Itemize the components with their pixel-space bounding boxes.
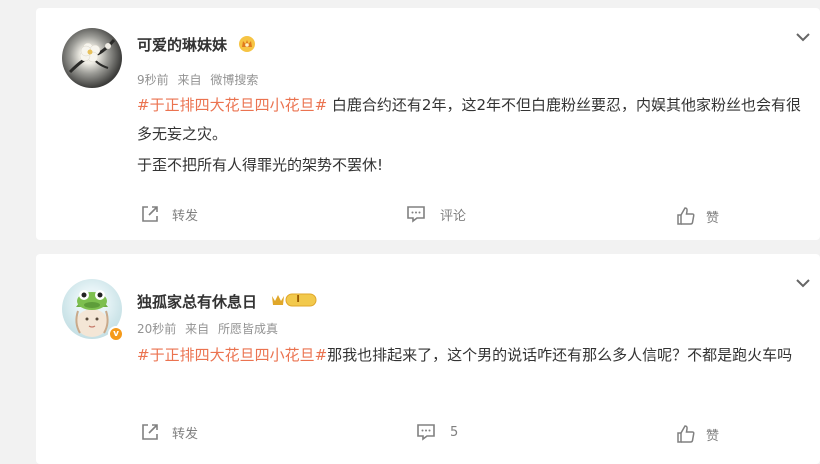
author-name-text[interactable]: 可爱的琳妹妹 (137, 36, 227, 54)
post-meta: 9秒前 来自 微博搜索 (137, 71, 263, 88)
thumbs-up-icon (677, 207, 695, 225)
repost-label: 转发 (172, 208, 199, 224)
like-button[interactable]: 赞 (676, 204, 719, 228)
level-badge-text: I (296, 293, 300, 305)
repost-icon (142, 206, 158, 222)
repost-button[interactable]: 转发 (140, 202, 198, 226)
post-card: 可爱的琳妹妹 9秒前 来自 微博搜索 #于正排四大花旦四小花旦# 白鹿合约还有2… (36, 8, 820, 240)
source-prefix: 来自 (177, 73, 202, 87)
comment-button[interactable]: 5 (416, 420, 458, 444)
post-actions: 转发 评论 赞 (36, 202, 820, 226)
level-badge-icon: I (270, 293, 326, 307)
post-text: #于正排四大花旦四小花旦#那我也排起来了，这个男的说话咋还有那么多人信呢？不都是… (137, 341, 813, 370)
source-prefix: 来自 (185, 322, 210, 336)
post-card: v 独孤家总有休息日 I 20秒前 来自 所愿皆成真 #于正排四大花旦四小花旦#… (36, 254, 820, 464)
crown-badge-icon (238, 35, 256, 57)
post-time[interactable]: 20秒前 (137, 322, 176, 336)
verified-badge-icon: v (108, 326, 124, 342)
post-text: #于正排四大花旦四小花旦# 白鹿合约还有2年，这2年不但白鹿粉丝要忍，内娱其他家… (137, 91, 813, 180)
chevron-down-icon[interactable] (794, 28, 812, 46)
like-button[interactable]: 赞 (676, 422, 719, 446)
topic-link[interactable]: #于正排四大花旦四小花旦# (137, 96, 327, 114)
thumbs-up-icon (677, 425, 695, 443)
comment-button[interactable]: 评论 (406, 202, 466, 226)
comment-count: 5 (450, 424, 459, 440)
user-avatar[interactable] (62, 28, 122, 88)
author-name[interactable]: 可爱的琳妹妹 (137, 34, 256, 57)
post-text-line1: 那我也排起来了，这个男的说话咋还有那么多人信呢？不都是跑火车吗 (327, 346, 793, 364)
chevron-down-icon[interactable] (794, 274, 812, 292)
comment-icon (417, 424, 435, 441)
repost-icon (142, 424, 158, 440)
comment-label: 评论 (440, 208, 467, 224)
repost-label: 转发 (172, 426, 199, 442)
post-meta: 20秒前 来自 所愿皆成真 (137, 320, 283, 337)
post-time[interactable]: 9秒前 (137, 73, 169, 87)
post-source: 所愿皆成真 (217, 322, 278, 336)
topic-link[interactable]: #于正排四大花旦四小花旦# (137, 346, 327, 364)
post-source: 微博搜索 (210, 73, 259, 87)
author-name-text[interactable]: 独孤家总有休息日 (137, 293, 257, 311)
repost-button[interactable]: 转发 (140, 420, 198, 444)
comment-icon (407, 206, 425, 223)
post-actions: 转发 5 赞 (36, 420, 820, 444)
author-name[interactable]: 独孤家总有休息日 I (137, 291, 326, 312)
like-label: 赞 (706, 428, 720, 444)
like-label: 赞 (706, 210, 720, 226)
post-text-line2: 于歪不把所有人得罪光的架势不罢休! (137, 156, 384, 174)
